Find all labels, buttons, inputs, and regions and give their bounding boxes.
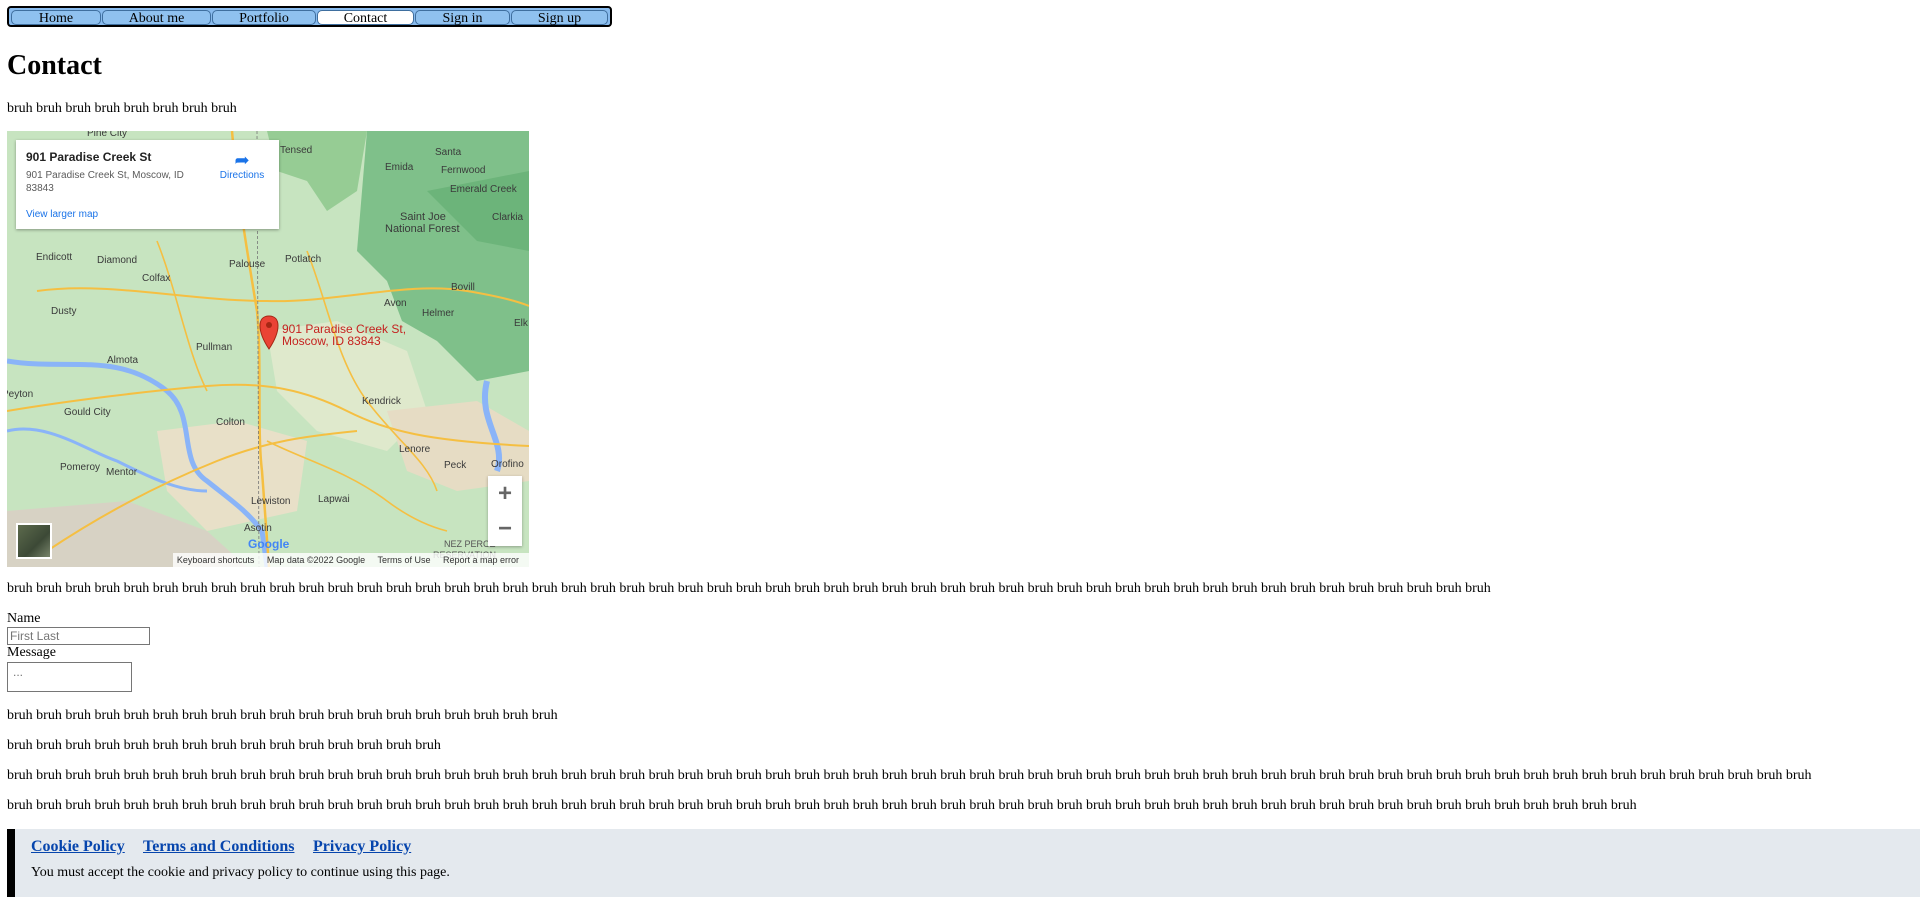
nav-sign-in[interactable]: Sign in (415, 10, 510, 26)
map-place: Emerald Creek (450, 184, 517, 195)
map-place: Peck (444, 460, 467, 471)
map-place: Peyton (7, 389, 34, 400)
google-logo: Google (248, 537, 290, 551)
map-place: Saint Joe (400, 211, 446, 223)
map-place: Potlatch (285, 254, 322, 265)
message-label: Message (7, 645, 56, 660)
after-map-text: bruh bruh bruh bruh bruh bruh bruh bruh … (7, 581, 1491, 596)
nav-about-me[interactable]: About me (102, 10, 211, 26)
nav-portfolio[interactable]: Portfolio (212, 10, 316, 26)
paragraph: bruh bruh bruh bruh bruh bruh bruh bruh … (7, 768, 1812, 783)
embedded-map[interactable]: Pine City Tensed Santa Emida Fernwood Em… (7, 131, 529, 567)
map-place: Elk (514, 318, 528, 329)
map-place: Clarkia (492, 212, 524, 223)
keyboard-shortcuts-link[interactable]: Keyboard shortcuts (177, 555, 255, 565)
map-place: Pine City (87, 131, 128, 139)
map-place: Lewiston (251, 496, 291, 507)
cookie-message: You must accept the cookie and privacy p… (31, 865, 450, 880)
map-place: Helmer (422, 308, 455, 319)
nav-contact[interactable]: Contact (317, 10, 414, 26)
page-title: Contact (7, 50, 102, 81)
place-address: 901 Paradise Creek St, Moscow, ID 83843 (26, 170, 184, 194)
map-place: Emida (385, 162, 414, 173)
zoom-out-button[interactable]: − (488, 511, 522, 546)
place-card: 901 Paradise Creek St 901 Paradise Creek… (16, 140, 279, 229)
directions-icon: ➦ (234, 150, 250, 170)
message-textarea[interactable] (7, 662, 132, 692)
map-place: Santa (435, 147, 462, 158)
zoom-controls: + − (488, 476, 522, 546)
map-place: Diamond (97, 255, 138, 266)
pin-label-line2: Moscow, ID 83843 (282, 334, 381, 348)
map-place: Almota (107, 355, 139, 366)
top-nav: Home About me Portfolio Contact Sign in … (7, 6, 612, 27)
map-place: Orofino (491, 459, 524, 470)
map-place: Palouse (229, 259, 266, 270)
paragraph: bruh bruh bruh bruh bruh bruh bruh bruh … (7, 798, 1637, 813)
name-label: Name (7, 611, 41, 626)
satellite-toggle[interactable] (16, 523, 52, 559)
cookie-banner: Cookie Policy Terms and Conditions Priva… (7, 829, 1920, 897)
map-place: Colfax (142, 273, 171, 284)
map-place: Lenore (399, 444, 431, 455)
map-place: Pullman (196, 342, 233, 353)
map-place: Tensed (280, 145, 313, 156)
directions-button[interactable]: ➦ Directions (214, 150, 270, 181)
intro-text: bruh bruh bruh bruh bruh bruh bruh bruh (7, 101, 237, 116)
report-map-error-link[interactable]: Report a map error (443, 555, 519, 565)
map-place: Endicott (36, 252, 73, 263)
map-place: Colton (216, 417, 245, 428)
map-place: Kendrick (362, 396, 401, 407)
name-input[interactable] (7, 627, 150, 645)
nav-home[interactable]: Home (11, 10, 101, 26)
map-place: National Forest (385, 223, 460, 235)
terms-and-conditions-link[interactable]: Terms and Conditions (143, 838, 294, 856)
map-data-text: Map data ©2022 Google (266, 555, 366, 565)
map-place: Avon (384, 298, 407, 309)
map-place: Dusty (51, 306, 77, 317)
map-place: Asotin (244, 523, 272, 534)
map-attribution: Keyboard shortcuts Map data ©2022 Google… (172, 553, 529, 567)
terms-of-use-link[interactable]: Terms of Use (377, 555, 430, 565)
nav-sign-up[interactable]: Sign up (511, 10, 608, 26)
place-title: 901 Paradise Creek St (26, 150, 152, 164)
paragraph: bruh bruh bruh bruh bruh bruh bruh bruh … (7, 708, 558, 723)
paragraph: bruh bruh bruh bruh bruh bruh bruh bruh … (7, 738, 441, 753)
map-place: Bovill (451, 282, 475, 293)
map-pin-label: 901 Paradise Creek St, Moscow, ID 83843 (282, 323, 406, 347)
map-place: Pomeroy (60, 462, 101, 473)
directions-label: Directions (219, 170, 265, 181)
zoom-in-button[interactable]: + (488, 476, 522, 511)
map-place: Lapwai (318, 494, 350, 505)
cookie-policy-link[interactable]: Cookie Policy (31, 838, 125, 856)
map-place: Gould City (64, 407, 111, 418)
privacy-policy-link[interactable]: Privacy Policy (313, 838, 411, 856)
map-place: Mentor (106, 467, 138, 478)
view-larger-map-link[interactable]: View larger map (26, 209, 98, 220)
map-place: Fernwood (441, 165, 486, 176)
